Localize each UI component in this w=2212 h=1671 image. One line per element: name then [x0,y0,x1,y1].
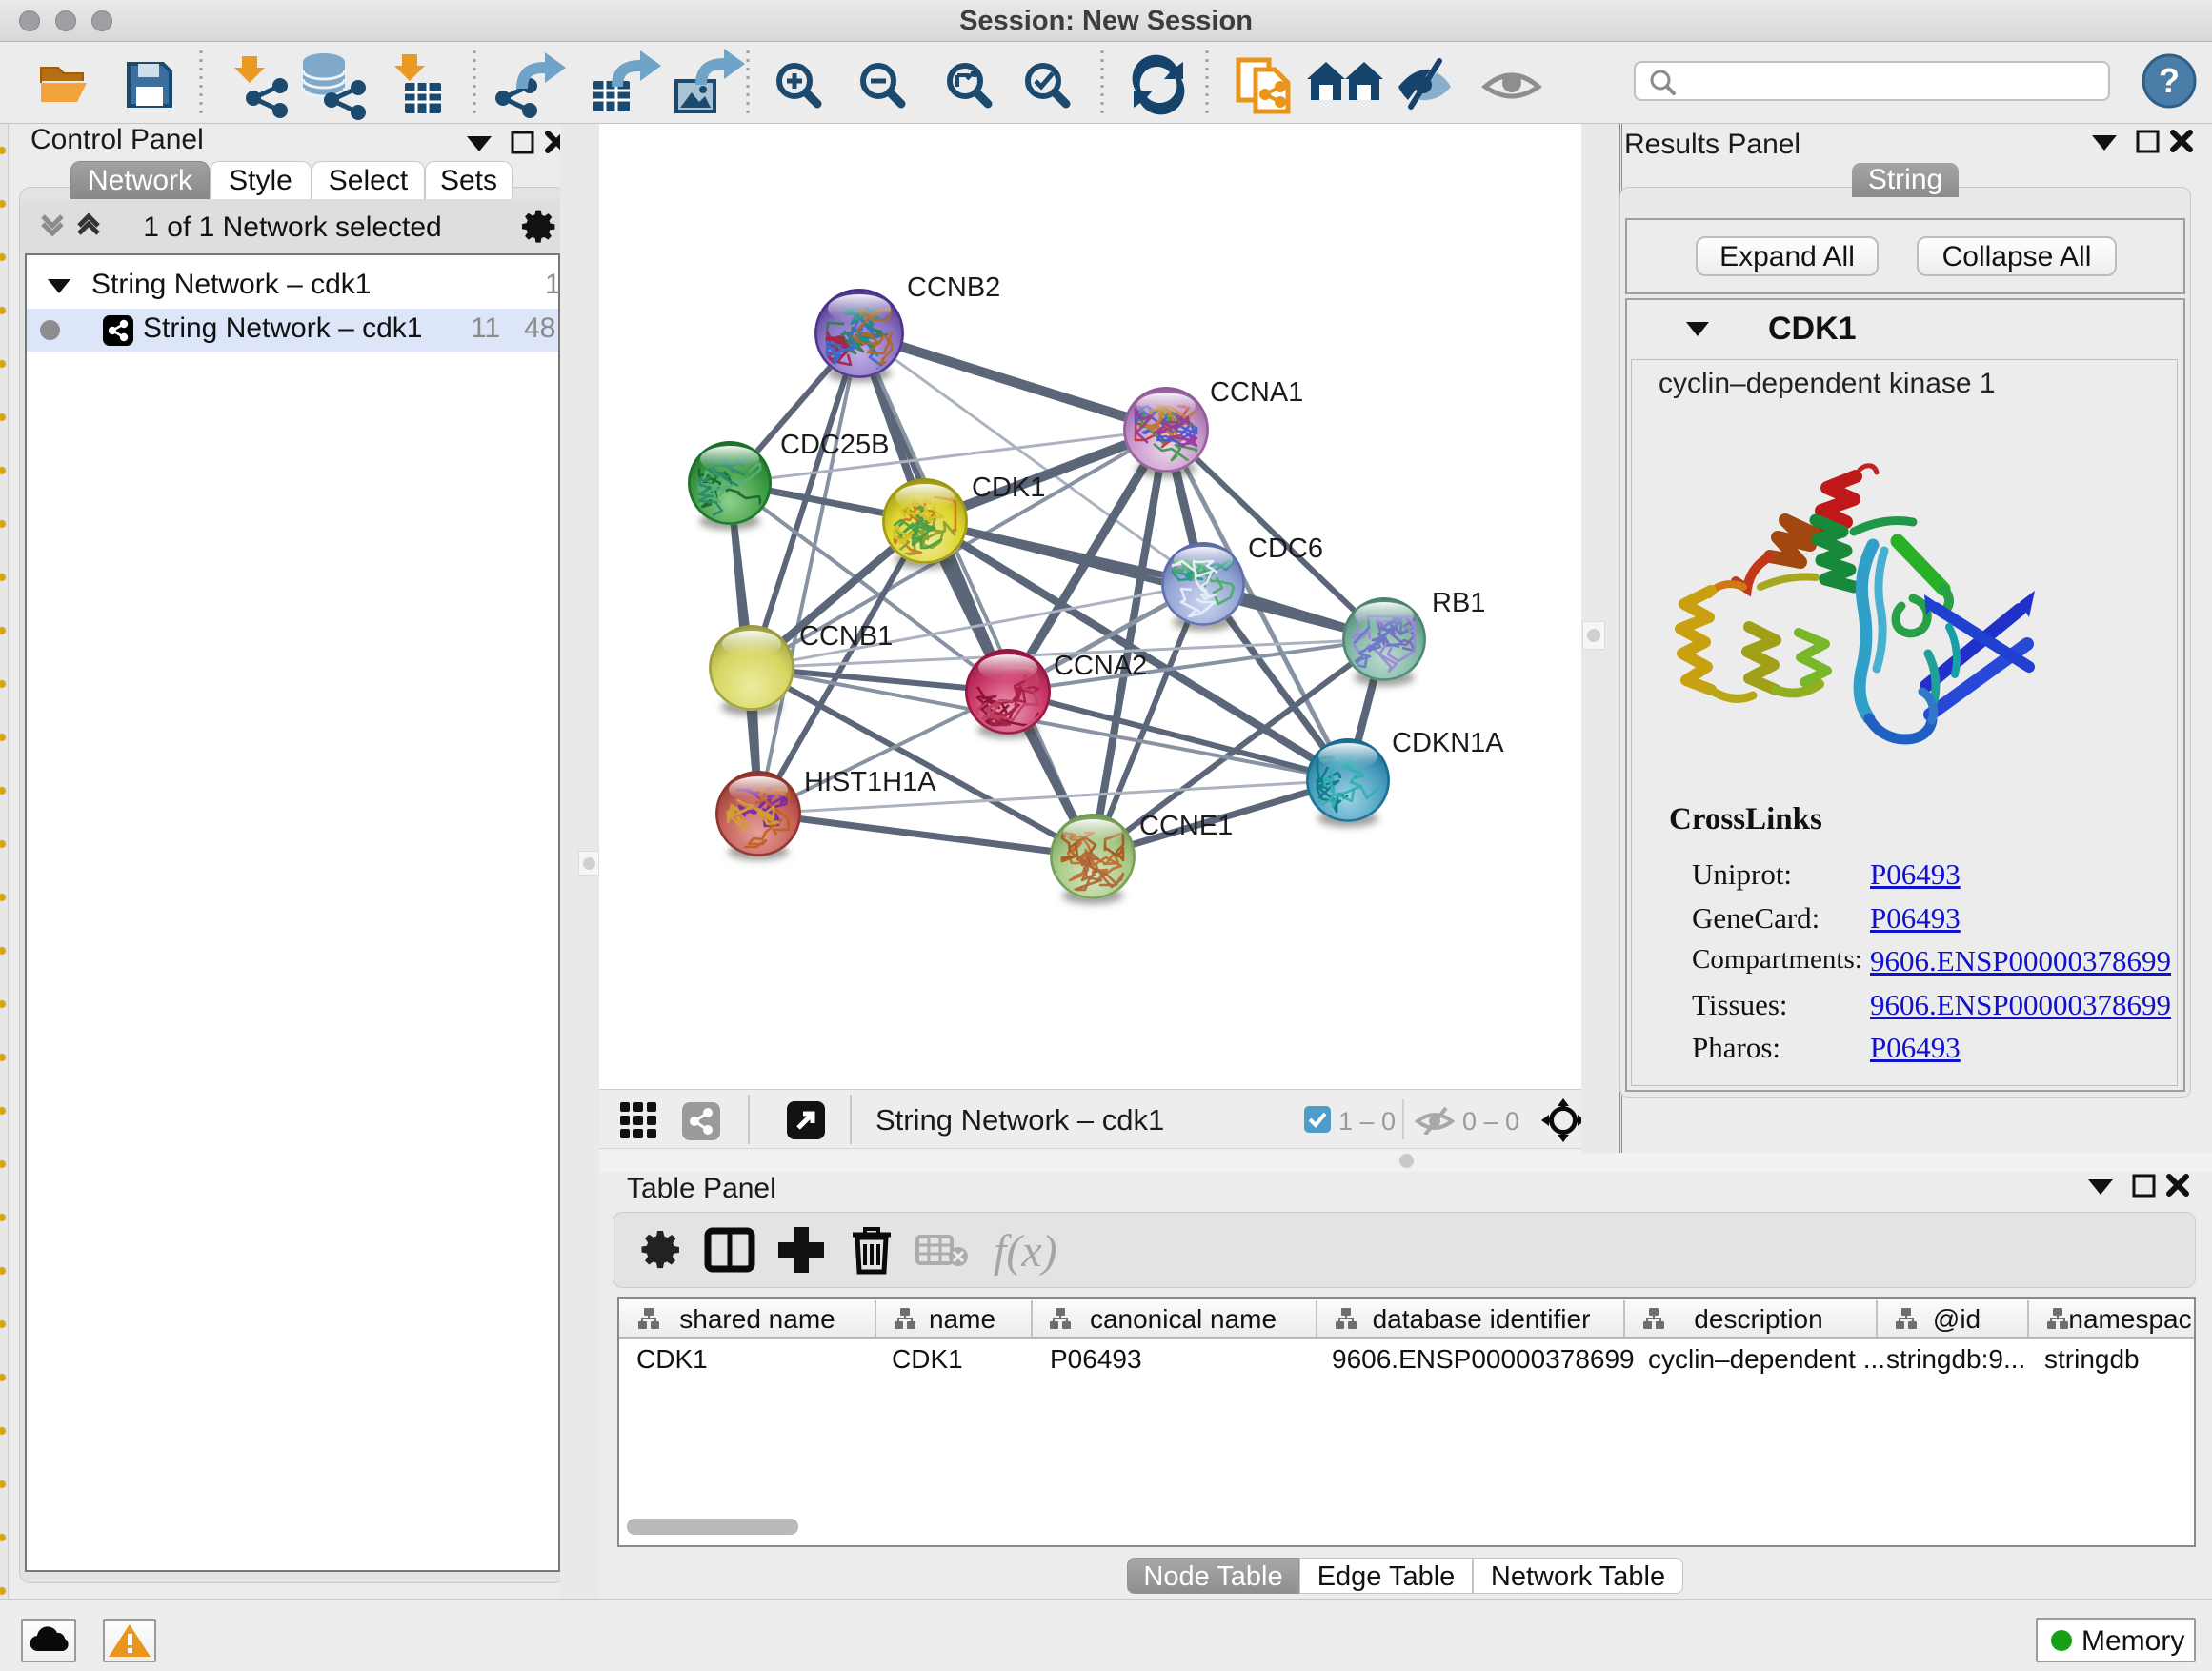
svg-text:stringdb:9...: stringdb:9... [1886,1344,2025,1374]
svg-text:shared name: shared name [679,1304,835,1334]
svg-text:CDK1: CDK1 [636,1344,708,1374]
svg-text:canonical name: canonical name [1090,1304,1277,1334]
svg-text:CCNA2: CCNA2 [1054,651,1147,681]
svg-text:P06493: P06493 [1050,1344,1142,1374]
svg-text:stringdb: stringdb [2044,1344,2140,1374]
svg-text:database identifier: database identifier [1373,1304,1591,1334]
svg-text:?: ? [2159,61,2180,100]
svg-text:namespac: namespac [2068,1304,2191,1334]
svg-text:cyclin–dependent ...: cyclin–dependent ... [1648,1344,1885,1374]
svg-text:CDK1: CDK1 [972,473,1045,503]
svg-text:RB1: RB1 [1432,588,1485,618]
svg-text:CCNB1: CCNB1 [799,621,893,652]
svg-text:9606.ENSP00000378699: 9606.ENSP00000378699 [1332,1344,1635,1374]
svg-text:CCNB2: CCNB2 [907,272,1000,303]
svg-text:CCNA1: CCNA1 [1210,377,1303,408]
svg-text:CDC25B: CDC25B [780,430,889,460]
svg-text:CDC6: CDC6 [1248,534,1323,564]
svg-text:@id: @id [1933,1304,1981,1334]
svg-text:CDK1: CDK1 [892,1344,963,1374]
svg-text:HIST1H1A: HIST1H1A [804,767,936,797]
svg-text:name: name [929,1304,995,1334]
svg-text:description: description [1694,1304,1822,1334]
svg-text:CDKN1A: CDKN1A [1392,728,1504,758]
svg-text:CCNE1: CCNE1 [1139,811,1233,841]
svg-text:f(x): f(x) [994,1226,1057,1277]
